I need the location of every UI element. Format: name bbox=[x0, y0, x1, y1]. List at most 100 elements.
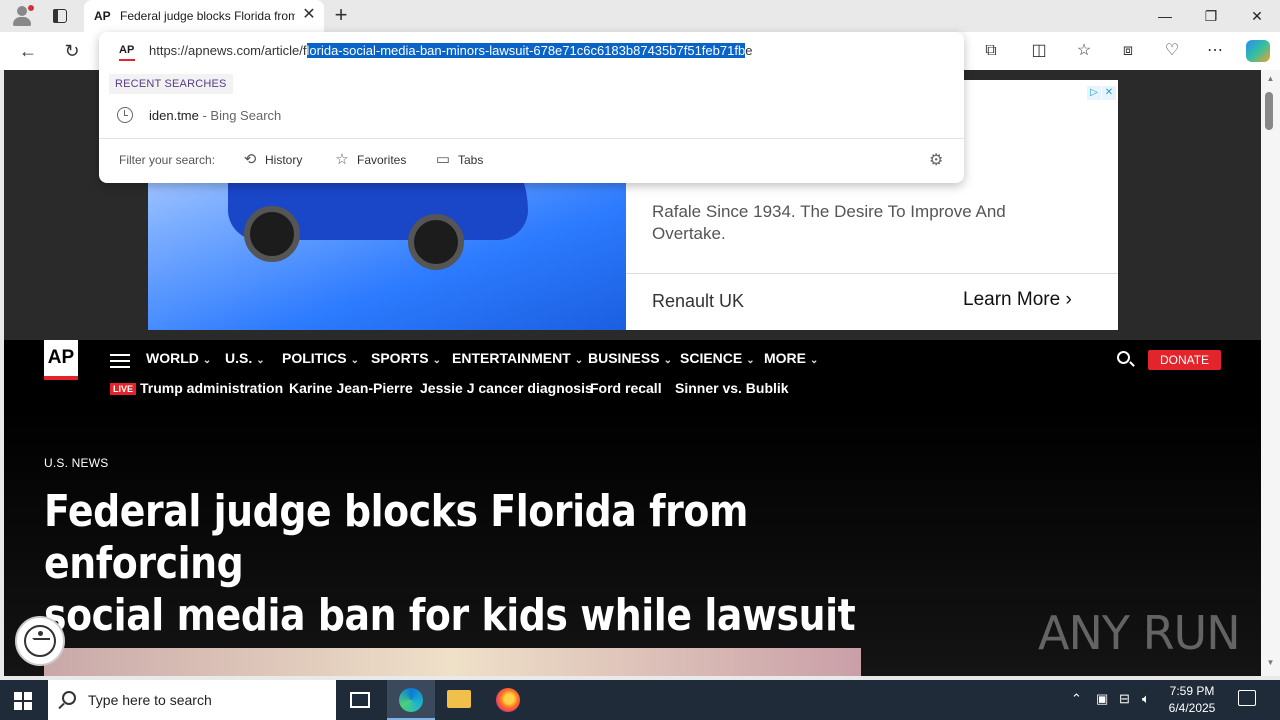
scroll-down-icon[interactable]: ▼ bbox=[1265, 658, 1276, 667]
file-explorer-icon[interactable] bbox=[435, 680, 483, 720]
nav-world[interactable]: WORLD ⌄ bbox=[146, 350, 211, 366]
filter-history-button[interactable]: ⟲ History bbox=[241, 148, 303, 172]
nav-business[interactable]: BUSINESS ⌄ bbox=[588, 350, 672, 366]
scroll-thumb[interactable] bbox=[1265, 92, 1273, 130]
ad-choices[interactable]: ▷ ✕ bbox=[1086, 82, 1116, 100]
nav-science[interactable]: SCIENCE ⌄ bbox=[680, 350, 755, 366]
car-wheel bbox=[408, 214, 464, 270]
nav-label: U.S. bbox=[225, 350, 253, 366]
chevron-down-icon: ⌄ bbox=[663, 355, 672, 366]
favorites-icon[interactable]: ☆ bbox=[1073, 40, 1095, 62]
accessibility-icon[interactable] bbox=[15, 616, 65, 666]
gear-icon[interactable]: ⚙ bbox=[929, 150, 943, 170]
recent-source: - Bing Search bbox=[198, 108, 282, 123]
search-icon[interactable] bbox=[1116, 350, 1136, 370]
filter-tabs-button[interactable]: ▭ Tabs bbox=[434, 148, 483, 172]
article-kicker[interactable]: U.S. NEWS bbox=[44, 456, 108, 470]
clock-date: 6/4/2025 bbox=[1168, 701, 1216, 715]
trending-link[interactable]: Karine Jean-Pierre bbox=[289, 380, 413, 396]
site-nav: AP WORLD ⌄ U.S. ⌄ POLITICS ⌄ SPORTS ⌄ ENTERT… bbox=[4, 340, 1261, 410]
taskbar-search[interactable]: Type here to search bbox=[48, 680, 336, 720]
history-icon bbox=[117, 107, 133, 123]
chevron-down-icon: ⌄ bbox=[256, 355, 265, 366]
filter-favorites-button[interactable]: ☆ Favorites bbox=[333, 148, 406, 172]
star-icon: ☆ bbox=[335, 151, 349, 168]
firefox-icon[interactable] bbox=[484, 680, 532, 720]
performance-icon[interactable]: ♡ bbox=[1161, 40, 1183, 62]
minimize-icon[interactable]: — bbox=[1142, 0, 1188, 32]
window-close-icon[interactable]: ✕ bbox=[1234, 0, 1280, 32]
nav-label: WORLD bbox=[146, 350, 199, 366]
settings-more-icon[interactable]: ⋯ bbox=[1204, 40, 1226, 62]
collections-icon[interactable]: ⧈ bbox=[1117, 40, 1139, 62]
refresh-icon[interactable]: ↻ bbox=[59, 38, 85, 64]
ad-close-icon[interactable]: ✕ bbox=[1102, 86, 1116, 100]
trending-link[interactable]: Trump administration bbox=[140, 380, 283, 396]
recent-search-item[interactable]: iden.tme - Bing Search bbox=[99, 102, 964, 130]
address-input[interactable]: https://apnews.com/article/florida-socia… bbox=[149, 43, 752, 58]
device-icon[interactable]: ▣ bbox=[1096, 691, 1108, 707]
profile-icon[interactable] bbox=[10, 5, 34, 27]
taskbar: Type here to search ⌃ ▣ ⊟ 🔈︎ 7:59 PM 6/4… bbox=[0, 680, 1280, 720]
new-tab-icon[interactable]: + bbox=[330, 4, 352, 26]
tab-active[interactable]: AP Federal judge blocks Florida from enf… bbox=[84, 0, 324, 32]
learn-more-label: Learn More bbox=[963, 289, 1061, 310]
chevron-down-icon: ⌄ bbox=[810, 355, 819, 366]
nav-entertainment[interactable]: ENTERTAINMENT ⌄ bbox=[452, 350, 583, 366]
nav-politics[interactable]: POLITICS ⌄ bbox=[282, 350, 359, 366]
chevron-down-icon: ⌄ bbox=[202, 355, 212, 366]
donate-button[interactable]: DONATE bbox=[1148, 350, 1221, 370]
chevron-up-icon[interactable]: ⌃ bbox=[1071, 691, 1082, 707]
edge-taskbar-icon[interactable] bbox=[387, 680, 435, 720]
vertical-scrollbar[interactable]: ▲ ▼ bbox=[1261, 70, 1280, 676]
restore-icon[interactable]: ❐ bbox=[1188, 0, 1234, 32]
network-icon[interactable]: ⊟ bbox=[1119, 691, 1130, 707]
nav-more[interactable]: MORE ⌄ bbox=[764, 350, 818, 366]
filter-row: Filter your search: ⟲ History ☆ Favorites … bbox=[99, 148, 964, 172]
split-screen-icon[interactable]: ◫ bbox=[1028, 40, 1050, 62]
menu-icon[interactable] bbox=[110, 354, 130, 368]
tab-close-icon[interactable]: ✕ bbox=[300, 6, 318, 24]
windows-start-icon[interactable] bbox=[14, 692, 32, 710]
volume-icon[interactable]: 🔈︎ bbox=[1142, 691, 1150, 707]
learn-more-button[interactable]: Learn More › bbox=[963, 289, 1072, 311]
task-view-icon[interactable] bbox=[336, 680, 384, 720]
car-wheel bbox=[244, 206, 300, 262]
recent-searches-label: RECENT SEARCHES bbox=[109, 74, 233, 94]
divider bbox=[99, 138, 964, 139]
url-prefix: https://apnews.com/article/f bbox=[149, 43, 307, 58]
chevron-down-icon: ⌄ bbox=[746, 355, 755, 366]
trending-link[interactable]: Ford recall bbox=[590, 380, 662, 396]
chevron-right-icon: › bbox=[1065, 289, 1072, 310]
clock[interactable]: 7:59 PM 6/4/2025 bbox=[1160, 683, 1224, 717]
nav-sports[interactable]: SPORTS ⌄ bbox=[371, 350, 441, 366]
site-favicon: AP bbox=[119, 44, 136, 61]
ad-choices-icon[interactable]: ▷ bbox=[1087, 86, 1101, 100]
ap-logo[interactable]: AP bbox=[44, 340, 78, 380]
nav-label: MORE bbox=[764, 350, 806, 366]
title-bar: AP Federal judge blocks Florida from enf… bbox=[0, 0, 1280, 32]
nav-us[interactable]: U.S. ⌄ bbox=[225, 350, 265, 366]
notification-icon[interactable] bbox=[1238, 690, 1256, 706]
filter-label: Filter your search: bbox=[119, 153, 216, 167]
trending-link[interactable]: Jessie J cancer diagnosis bbox=[420, 380, 593, 396]
nav-label: SPORTS bbox=[371, 350, 429, 366]
tab-favicon: AP bbox=[94, 9, 111, 23]
scroll-up-icon[interactable]: ▲ bbox=[1265, 74, 1276, 83]
trending-link[interactable]: Sinner vs. Bublik bbox=[675, 380, 789, 396]
ad-brand: Renault UK bbox=[652, 291, 745, 311]
filter-tabs-label: Tabs bbox=[458, 153, 484, 167]
tabs-icon: ▭ bbox=[435, 151, 451, 168]
back-icon[interactable]: ← bbox=[15, 38, 41, 64]
extensions-icon[interactable]: ⧉ bbox=[980, 40, 1002, 62]
copilot-icon[interactable] bbox=[1246, 40, 1270, 62]
nav-label: ENTERTAINMENT bbox=[452, 350, 571, 366]
tab-actions-icon[interactable] bbox=[50, 6, 70, 26]
nav-label: BUSINESS bbox=[588, 350, 660, 366]
chevron-down-icon: ⌄ bbox=[574, 355, 584, 366]
filter-favorites-label: Favorites bbox=[357, 153, 407, 167]
address-bar-dropdown: AP https://apnews.com/article/florida-so… bbox=[99, 32, 964, 183]
watermark: ANY RUN bbox=[1038, 606, 1241, 660]
recent-query: iden.tme bbox=[149, 108, 199, 123]
headline-line: Federal judge blocks Florida from enforc… bbox=[44, 486, 748, 589]
